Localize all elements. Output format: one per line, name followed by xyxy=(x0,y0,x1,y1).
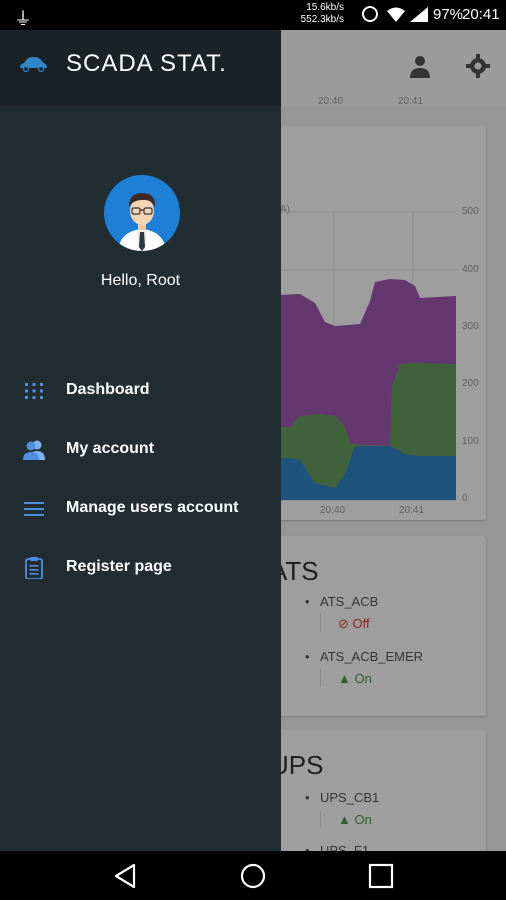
system-nav-bar xyxy=(0,851,506,900)
menu-item-register-page[interactable]: Register page xyxy=(0,545,281,591)
wifi-icon xyxy=(387,7,405,22)
car-logo-icon xyxy=(20,57,47,73)
avatar[interactable] xyxy=(104,175,180,251)
menu-item-manage-users[interactable]: Manage users account xyxy=(0,486,281,532)
app-title: SCADA STAT. xyxy=(66,50,227,77)
user-avatar-icon xyxy=(118,193,166,251)
drawer-header: SCADA STAT. xyxy=(0,30,281,106)
menu-label-dashboard: Dashboard xyxy=(66,381,150,398)
net-up-speed: 15.6kb/s xyxy=(306,2,344,13)
alarm-icon xyxy=(362,6,378,22)
network-speed: 15.6kb/s 552.3kb/s xyxy=(296,2,344,26)
battery-level: 97% xyxy=(433,6,464,23)
grid-icon xyxy=(25,383,43,399)
menu-item-dashboard[interactable]: Dashboard xyxy=(0,368,281,414)
back-icon[interactable] xyxy=(112,863,138,889)
menu-label-register-page: Register page xyxy=(66,558,172,575)
users-icon xyxy=(23,440,45,460)
net-down-speed: 552.3kb/s xyxy=(300,14,344,25)
clock: 20:41 xyxy=(462,6,500,23)
usb-icon: ⏚ xyxy=(14,9,32,29)
signal-icon xyxy=(410,7,428,22)
menu-item-my-account[interactable]: My account xyxy=(0,427,281,473)
status-bar: ⏚ 15.6kb/s 552.3kb/s 97% 20:41 xyxy=(0,0,506,30)
menu-label-manage-users: Manage users account xyxy=(66,499,239,516)
clipboard-icon xyxy=(25,557,43,579)
home-icon[interactable] xyxy=(240,863,266,889)
recents-icon[interactable] xyxy=(368,863,394,889)
menu-label-my-account: My account xyxy=(66,440,155,457)
greeting-text: Hello, Root xyxy=(100,272,181,289)
navigation-drawer: SCADA STAT. Hello, Root Dashboard My acc… xyxy=(0,30,281,851)
hamburger-icon xyxy=(24,502,44,516)
